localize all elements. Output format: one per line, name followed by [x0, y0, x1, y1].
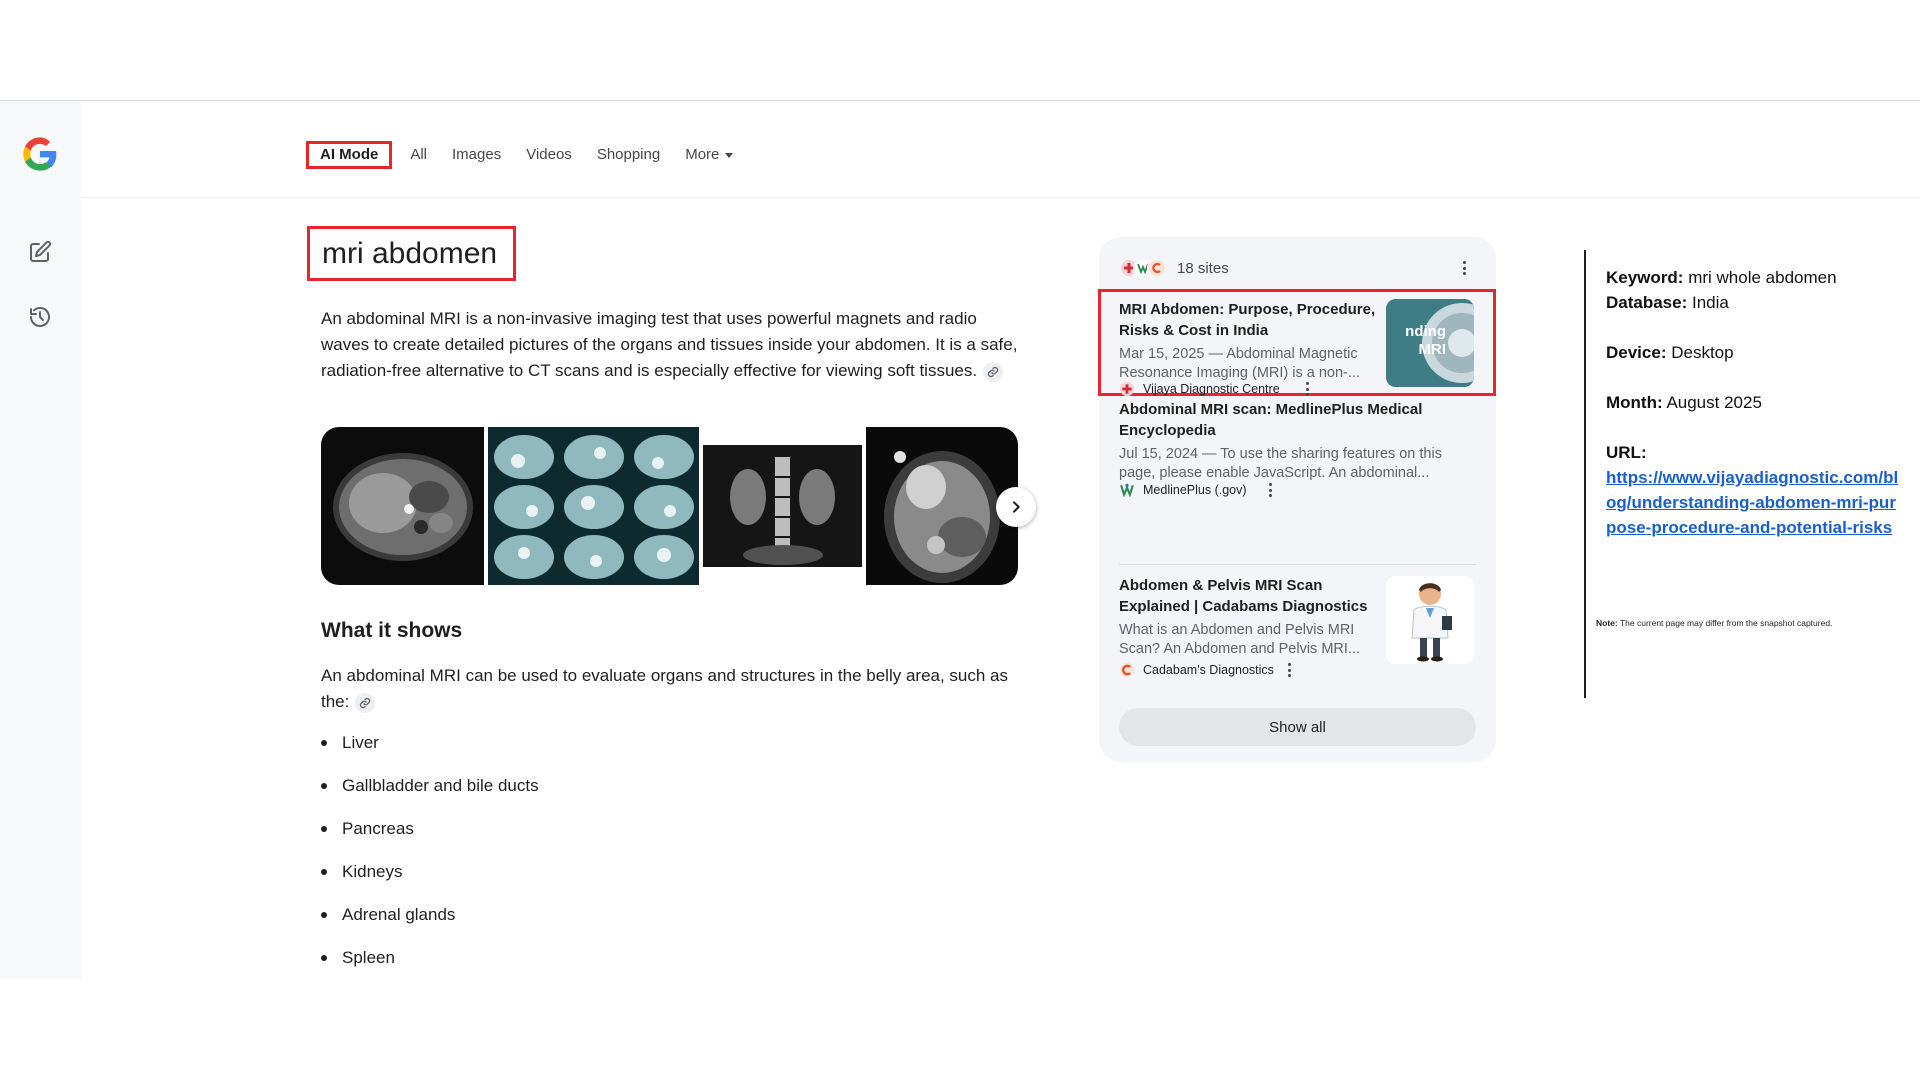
source-card-medlineplus[interactable]: Abdominal MRI scan: MedlinePlus Medical … — [1099, 399, 1496, 521]
history-button[interactable] — [24, 301, 56, 333]
edit-icon — [30, 240, 52, 262]
info-device: Device: Desktop — [1606, 340, 1906, 365]
info-label: URL: — [1606, 443, 1647, 462]
tab-more[interactable]: More — [685, 140, 734, 170]
info-divider — [1584, 250, 1586, 698]
vijaya-favicon-icon — [1119, 381, 1135, 397]
medlineplus-favicon-icon — [1119, 482, 1135, 498]
sources-header[interactable]: 18 sites — [1119, 253, 1229, 283]
images-next-button[interactable] — [996, 487, 1036, 527]
link-icon — [360, 697, 371, 708]
info-value: Desktop — [1671, 343, 1734, 362]
section-paragraph: An abdominal MRI can be used to evaluate… — [321, 663, 1021, 715]
list-item: Liver — [321, 730, 539, 773]
snapshot-info: Keyword: mri whole abdomen Database: Ind… — [1606, 265, 1906, 540]
panel-more-options-icon[interactable] — [1456, 258, 1472, 278]
source-card-cadabams[interactable]: Abdomen & Pelvis MRI Scan Explained | Ca… — [1099, 567, 1496, 692]
tab-ai-mode[interactable]: AI Mode — [306, 141, 393, 169]
source-card-site: Vijaya Diagnostic Centre — [1119, 381, 1280, 397]
mri-image-grid[interactable] — [488, 427, 699, 585]
info-database: Database: India — [1606, 290, 1906, 315]
doctor-illustration-icon — [1386, 576, 1474, 664]
cadabams-favicon-icon — [1147, 258, 1167, 278]
info-url: URL: https://www.vijayadiagnostic.com/blo… — [1606, 440, 1906, 540]
link-icon — [987, 366, 999, 377]
sites-count: 18 sites — [1177, 259, 1229, 277]
search-tabs: AI Mode All Images Videos Shopping More — [306, 140, 758, 170]
card-more-options-icon[interactable] — [1262, 480, 1278, 500]
tab-images[interactable]: Images — [452, 140, 501, 170]
top-divider — [0, 100, 1920, 101]
info-label: Month: — [1606, 393, 1663, 412]
section-text: An abdominal MRI can be used to evaluate… — [321, 666, 1009, 711]
list-item: Spleen — [321, 945, 539, 988]
source-url-link[interactable]: https://www.vijayadiagnostic.com/blog/un… — [1606, 468, 1898, 537]
info-keyword: Keyword: mri whole abdomen — [1606, 265, 1906, 290]
mri-image-coronal[interactable] — [703, 427, 862, 585]
tab-more-label: More — [685, 146, 720, 163]
snapshot-note: Note: The current page may differ from t… — [1596, 618, 1832, 628]
source-card-snippet: What is an Abdomen and Pelvis MRI Scan? … — [1119, 622, 1360, 657]
source-card-title: MRI Abdomen: Purpose, Procedure, Risks &… — [1119, 301, 1376, 339]
note-label: Note: — [1596, 618, 1618, 628]
info-label: Device: — [1606, 343, 1667, 362]
list-item: Gallbladder and bile ducts — [321, 773, 539, 816]
note-text: The current page may differ from the sna… — [1619, 618, 1833, 628]
source-card-snippet: Mar 15, 2025 — Abdominal Magnetic Resona… — [1119, 346, 1360, 381]
info-value: August 2025 — [1666, 393, 1762, 412]
info-label: Database: — [1606, 293, 1688, 312]
list-item: Adrenal glands — [321, 902, 539, 945]
source-name: Cadabam's Diagnostics — [1143, 663, 1274, 677]
intro-paragraph: An abdominal MRI is a non-invasive imagi… — [321, 306, 1021, 384]
new-chat-button[interactable] — [24, 236, 56, 268]
query-highlight: mri abdomen — [307, 226, 516, 281]
source-card-thumbnail — [1386, 576, 1474, 664]
mri-image-strip — [321, 427, 1018, 585]
show-all-button[interactable]: Show all — [1119, 708, 1476, 746]
history-icon — [30, 307, 50, 327]
source-link-chip[interactable] — [355, 692, 376, 713]
source-name: MedlinePlus (.gov) — [1143, 483, 1247, 497]
source-name: Vijaya Diagnostic Centre — [1143, 382, 1280, 396]
list-item: Kidneys — [321, 859, 539, 902]
card-more-options-icon[interactable] — [1299, 379, 1315, 399]
google-logo-icon[interactable] — [20, 134, 60, 174]
info-value: India — [1692, 293, 1729, 312]
organ-list: Liver Gallbladder and bile ducts Pancrea… — [321, 730, 539, 988]
source-card-vijaya[interactable]: MRI Abdomen: Purpose, Procedure, Risks &… — [1098, 289, 1496, 396]
source-card-title: Abdomen & Pelvis MRI Scan Explained | Ca… — [1119, 577, 1368, 615]
chevron-down-icon — [725, 152, 734, 158]
thumbnail-caption: nding MRI — [1405, 323, 1446, 358]
source-link-chip[interactable] — [983, 361, 1004, 382]
source-card-site: Cadabam's Diagnostics — [1119, 662, 1274, 678]
intro-text: An abdominal MRI is a non-invasive imagi… — [321, 309, 1018, 380]
info-label: Keyword: — [1606, 268, 1684, 287]
section-heading: What it shows — [321, 619, 463, 642]
chevron-right-icon — [1013, 501, 1020, 513]
source-card-title: Abdominal MRI scan: MedlinePlus Medical … — [1119, 401, 1423, 439]
sources-panel: 18 sites MRI Abdomen: Purpose, Procedure… — [1098, 237, 1496, 762]
list-item: Pancreas — [321, 816, 539, 859]
info-month: Month: August 2025 — [1606, 390, 1906, 415]
info-value: mri whole abdomen — [1688, 268, 1837, 287]
left-rail — [0, 101, 81, 979]
source-card-site: MedlinePlus (.gov) — [1119, 482, 1247, 498]
tabs-divider — [81, 197, 1920, 198]
mri-image-axial[interactable] — [321, 427, 484, 585]
tab-shopping[interactable]: Shopping — [597, 140, 660, 170]
source-favicons — [1119, 258, 1167, 278]
source-card-snippet: Jul 15, 2024 — To use the sharing featur… — [1119, 446, 1442, 481]
card-more-options-icon[interactable] — [1281, 660, 1297, 680]
tab-all[interactable]: All — [410, 140, 427, 170]
tab-videos[interactable]: Videos — [526, 140, 572, 170]
cadabams-favicon-icon — [1119, 662, 1135, 678]
card-divider — [1119, 564, 1476, 565]
source-card-thumbnail: nding MRI — [1386, 299, 1474, 387]
query-title: mri abdomen — [322, 236, 498, 270]
